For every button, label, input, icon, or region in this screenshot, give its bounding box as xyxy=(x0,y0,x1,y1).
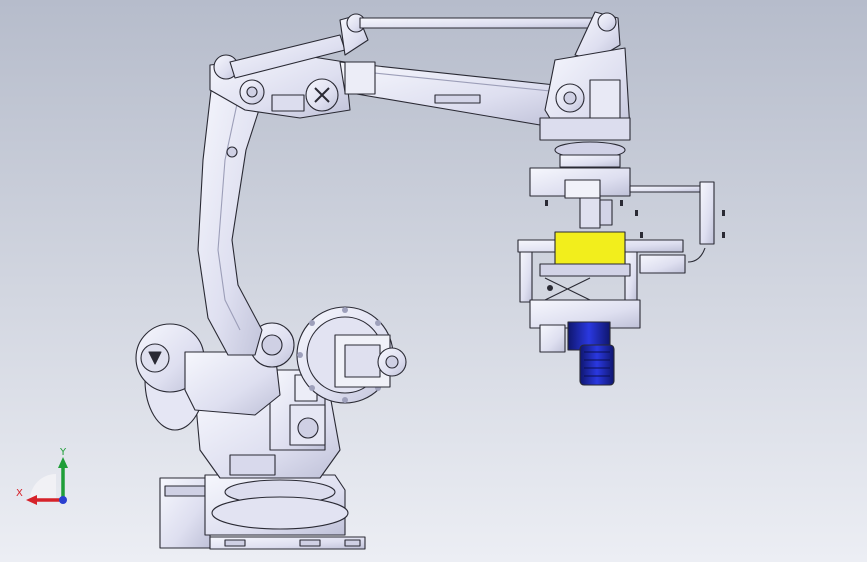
lower-arm-hole xyxy=(226,146,238,158)
wrist-flange-plate xyxy=(539,117,631,141)
robot-model-scene[interactable]: Y X xyxy=(0,0,867,562)
parallel-link-bar xyxy=(359,17,609,29)
y-axis-label: Y xyxy=(59,447,67,458)
gripper-cylinder xyxy=(579,197,601,229)
wrist-adapter xyxy=(559,154,621,168)
gearbox-cap xyxy=(297,417,319,439)
cad-viewport[interactable]: Y X xyxy=(0,0,867,562)
base-bolt xyxy=(299,539,321,547)
upper-arm-rib xyxy=(434,94,481,104)
j2-joint-center xyxy=(261,334,283,356)
gripper-mount-block xyxy=(564,179,601,199)
z-axis-point-icon xyxy=(59,496,67,504)
gripper-rod xyxy=(599,199,613,226)
gripper-frame-left xyxy=(519,251,533,303)
motor-body xyxy=(579,344,615,386)
x-axis-label: X xyxy=(16,488,23,499)
elbow-clevis xyxy=(271,94,305,112)
parallel-link-end-pin xyxy=(597,12,617,32)
column-cable-box xyxy=(229,454,276,476)
gripper-support xyxy=(539,324,566,353)
elbow-pin-left-center xyxy=(246,86,258,98)
base-bolt xyxy=(224,539,246,547)
gripper-side-arm xyxy=(629,185,703,193)
shoulder-link-slot xyxy=(344,344,381,378)
wrist-motor-cover xyxy=(589,79,621,121)
gripper-frame-right xyxy=(624,251,638,303)
shoulder-pin-center xyxy=(385,355,399,369)
gripper-side-plate xyxy=(639,254,686,274)
wrist-pitch-center xyxy=(563,91,577,105)
base-block-slot xyxy=(164,485,206,497)
gripper-guide-rail xyxy=(539,263,631,277)
base-bolt xyxy=(344,539,361,547)
upper-arm-root xyxy=(344,61,376,95)
gripper-side-bracket xyxy=(699,181,715,245)
robot-base[interactable] xyxy=(159,474,366,550)
base-turntable xyxy=(211,496,349,530)
gripper-clamp-pad xyxy=(554,231,626,265)
